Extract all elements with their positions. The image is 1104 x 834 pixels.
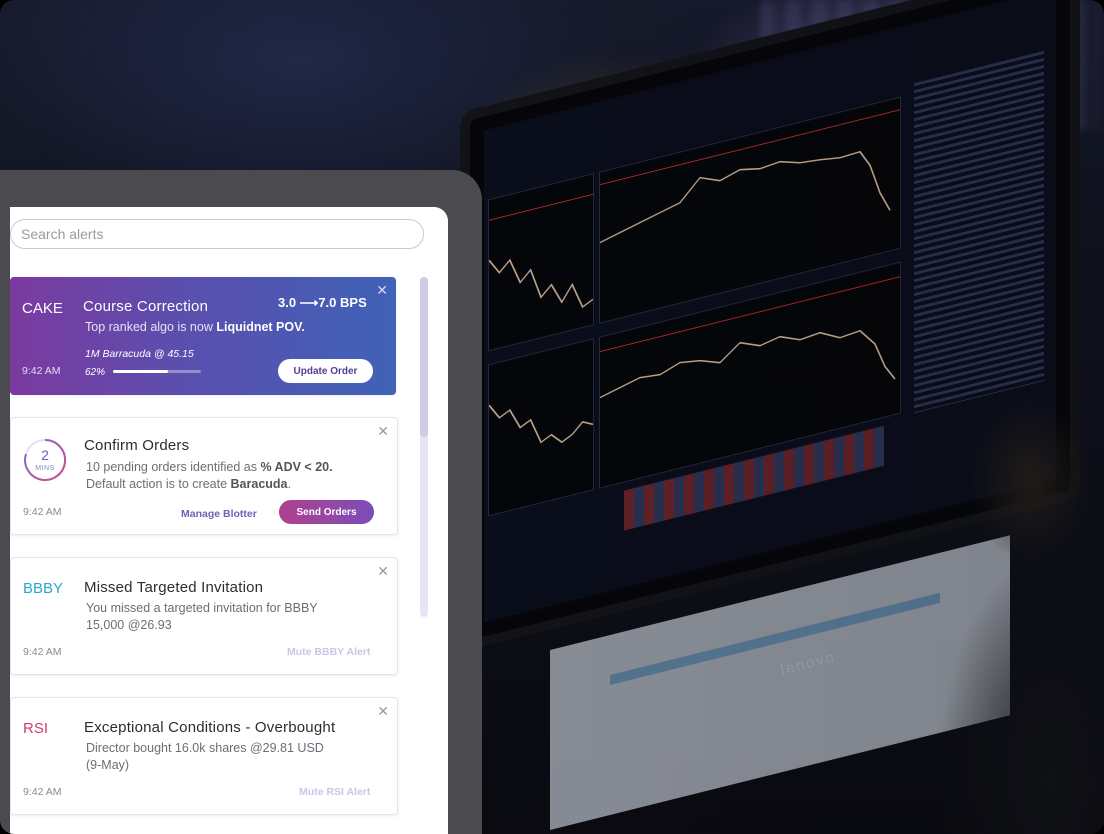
alert-body-text: Top ranked algo is now [85,320,217,334]
alert-body-text: Default action is to create [86,477,231,491]
alert-body: Top ranked algo is now Liquidnet POV. [85,319,305,336]
alert-body-line2: 15,000 @26.93 [86,618,172,632]
alert-body-line2: Default action is to create Baracuda. [86,476,291,493]
mute-bbby-alert-link[interactable]: Mute BBBY Alert [287,646,370,658]
close-icon[interactable]: ✕ [377,703,389,720]
alert-title: Confirm Orders [84,437,190,454]
alert-body-text: 10 pending orders identified as [86,460,261,474]
alert-ticker: BBBY [23,580,64,597]
alert-title: Exceptional Conditions - Overbought [84,719,336,736]
mute-rsi-alert-link[interactable]: Mute RSI Alert [299,786,370,798]
timer-number: 2 [41,447,49,463]
alert-card-rsi[interactable]: RSI Exceptional Conditions - Overbought … [10,697,398,815]
manage-blotter-link[interactable]: Manage Blotter [181,508,257,520]
alert-body-bold: Liquidnet POV. [216,320,305,334]
alert-body-line1: Director bought 16.0k shares @29.81 USD [86,741,324,755]
update-order-button[interactable]: Update Order [278,359,373,383]
order-line: 1M Barracuda @ 45.15 [85,348,194,360]
stage: lenovo CAKE Course Correction 3.0 ⟶7.0 B… [0,0,1104,834]
alert-card-bbby[interactable]: BBBY Missed Targeted Invitation ✕ You mi… [10,557,398,675]
scrollbar[interactable] [420,277,428,617]
alert-title: Course Correction [83,298,209,315]
close-icon[interactable]: ✕ [377,563,389,580]
search-input[interactable] [10,219,424,249]
alert-body-line1: You missed a targeted invitation for BBB… [86,601,318,615]
alert-time: 9:42 AM [22,365,61,377]
alert-time: 9:42 AM [23,646,62,658]
alert-title: Missed Targeted Invitation [84,579,264,596]
alert-body-bold: % ADV < 20. [260,460,333,474]
progress-fill [113,370,168,373]
alert-ticker: RSI [23,720,49,737]
send-orders-button[interactable]: Send Orders [279,500,374,524]
alert-body-line2: (9-May) [86,758,130,772]
bps-change: 3.0 ⟶7.0 BPS [278,295,367,310]
alert-time: 9:42 AM [23,786,62,798]
alert-card-confirm-orders[interactable]: 2 MINS Confirm Orders ✕ 10 pending order… [10,417,398,535]
scrollbar-thumb[interactable] [420,277,428,437]
alert-body-suffix: . [287,477,291,491]
alert-card-course-correction[interactable]: CAKE Course Correction 3.0 ⟶7.0 BPS ✕ To… [10,277,396,395]
progress-text: 62% [85,367,106,378]
alert-time: 9:42 AM [23,506,62,518]
close-icon[interactable]: ✕ [377,423,389,440]
alert-ticker: CAKE [22,300,63,317]
timer-unit: MINS [35,465,55,472]
alert-body-bold: Baracuda [230,477,288,491]
alerts-app: CAKE Course Correction 3.0 ⟶7.0 BPS ✕ To… [10,207,448,834]
close-icon[interactable]: ✕ [376,282,388,299]
progress-bar [113,370,201,373]
alert-body-line1: 10 pending orders identified as % ADV < … [86,459,333,476]
